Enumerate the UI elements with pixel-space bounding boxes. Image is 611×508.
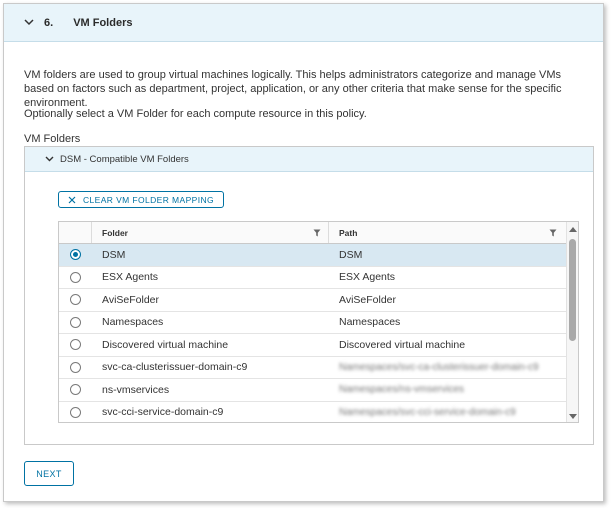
table-row[interactable]: svc-cci-service-domain-c9 Namespaces/svc…: [59, 402, 578, 423]
column-header-folder[interactable]: Folder: [92, 222, 329, 243]
clear-button-label: CLEAR VM FOLDER MAPPING: [83, 194, 215, 205]
path-cell: DSM: [339, 248, 363, 261]
folder-cell: ESX Agents: [102, 271, 159, 284]
folder-cell: ns-vmservices: [102, 383, 170, 396]
vm-folder-grid: Folder Path DSM DSM ESX Agents ESX Agent…: [58, 221, 579, 423]
radio-button[interactable]: [70, 271, 81, 283]
scroll-thumb[interactable]: [569, 239, 576, 341]
grid-header-select: [59, 222, 92, 243]
radio-button[interactable]: [70, 294, 81, 306]
next-button[interactable]: NEXT: [24, 461, 74, 486]
table-row[interactable]: AviSeFolder AviSeFolder: [59, 289, 578, 312]
filter-icon[interactable]: [549, 228, 558, 237]
folder-cell: svc-ca-clusterissuer-domain-c9: [102, 361, 248, 374]
table-row[interactable]: Discovered virtual machine Discovered vi…: [59, 334, 578, 357]
table-row[interactable]: DSM DSM: [59, 244, 578, 267]
table-row[interactable]: svc-ca-clusterissuer-domain-c9 Namespace…: [59, 357, 578, 379]
scroll-up-icon[interactable]: [569, 227, 577, 232]
radio-button[interactable]: [70, 384, 81, 396]
clear-vm-folder-mapping-button[interactable]: CLEAR VM FOLDER MAPPING: [58, 191, 225, 208]
radio-button[interactable]: [70, 406, 81, 418]
filter-icon[interactable]: [313, 228, 322, 237]
chevron-down-icon[interactable]: [22, 16, 36, 30]
grid-header: Folder Path: [59, 222, 578, 244]
vm-folders-panel: DSM - Compatible VM Folders CLEAR VM FOL…: [24, 146, 594, 445]
path-cell: Namespaces/ns-vmservices: [339, 384, 465, 396]
step-title: VM Folders: [73, 16, 133, 29]
folder-cell: svc-cci-service-domain-c9: [102, 406, 224, 419]
path-cell: Discovered virtual machine: [339, 338, 466, 351]
radio-button[interactable]: [70, 316, 81, 328]
folder-cell: AviSeFolder: [102, 293, 160, 306]
path-cell: AviSeFolder: [339, 293, 397, 306]
table-row[interactable]: ns-vmservices Namespaces/ns-vmservices: [59, 379, 578, 402]
panel-header[interactable]: DSM - Compatible VM Folders: [25, 147, 593, 172]
radio-button[interactable]: [70, 249, 81, 261]
path-cell: ESX Agents: [339, 271, 396, 284]
close-icon: [68, 195, 77, 204]
grid-scrollbar[interactable]: [566, 222, 578, 422]
step-header[interactable]: 6. VM Folders: [4, 4, 603, 42]
path-cell: Namespaces: [339, 316, 401, 329]
panel-title: DSM - Compatible VM Folders: [60, 153, 189, 165]
wizard-frame: 6. VM Folders VM folders are used to gro…: [3, 3, 604, 502]
folder-cell: DSM: [102, 248, 126, 261]
step-number: 6.: [44, 16, 54, 29]
table-row[interactable]: Namespaces Namespaces: [59, 312, 578, 334]
section-label: VM Folders: [24, 133, 81, 145]
scroll-down-icon[interactable]: [569, 414, 577, 419]
column-label-folder: Folder: [102, 227, 128, 238]
description-text: VM folders are used to group virtual mac…: [24, 69, 562, 109]
folder-cell: Discovered virtual machine: [102, 338, 229, 351]
column-header-path[interactable]: Path: [329, 222, 578, 243]
radio-button[interactable]: [70, 339, 81, 351]
table-row[interactable]: ESX Agents ESX Agents: [59, 267, 578, 289]
optional-text: Optionally select a VM Folder for each c…: [24, 108, 367, 120]
chevron-down-icon[interactable]: [43, 153, 55, 165]
radio-button[interactable]: [70, 361, 81, 373]
path-cell: Namespaces/svc-ca-clusterissuer-domain-c…: [339, 361, 539, 373]
grid-rows: DSM DSM ESX Agents ESX Agents AviSeFolde…: [59, 244, 578, 423]
folder-cell: Namespaces: [102, 316, 164, 329]
path-cell: Namespaces/svc-cci-service-domain-c9: [339, 406, 516, 418]
column-label-path: Path: [339, 227, 358, 238]
